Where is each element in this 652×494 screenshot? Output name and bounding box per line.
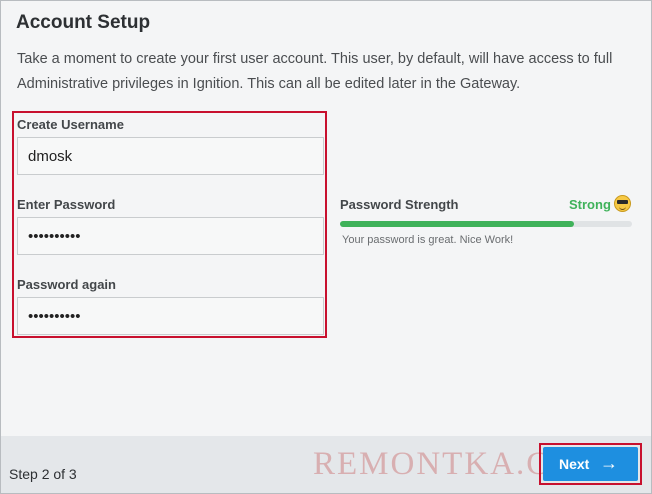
password-strength-bar	[340, 221, 632, 227]
username-label: Create Username	[17, 117, 124, 132]
page-title: Account Setup	[16, 12, 151, 33]
password-label: Enter Password	[17, 197, 116, 212]
arrow-right-icon: →	[600, 453, 618, 473]
next-button[interactable]: Next →	[543, 447, 638, 481]
password-strength-message: Your password is great. Nice Work!	[342, 234, 514, 246]
password-strength-label: Password Strength	[340, 197, 459, 212]
next-button-label: Next	[559, 456, 590, 472]
password-again-label: Password again	[17, 277, 116, 292]
password-strength-value: Strong	[569, 197, 611, 212]
password-strength-fill	[340, 221, 574, 227]
step-indicator: Step 2 of 3	[9, 466, 77, 482]
password-input[interactable]	[17, 217, 324, 255]
password-again-input[interactable]	[17, 297, 324, 335]
sunglasses-emoji-icon	[614, 195, 631, 212]
username-input[interactable]	[17, 137, 324, 175]
page-description: Take a moment to create your first user …	[17, 51, 613, 92]
